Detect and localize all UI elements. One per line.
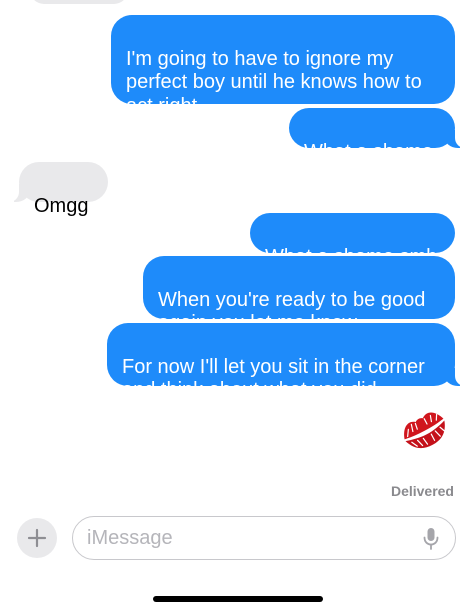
- imessage-input[interactable]: [87, 524, 407, 552]
- home-indicator[interactable]: [153, 596, 323, 602]
- plus-button[interactable]: [17, 518, 57, 558]
- message-outgoing-4[interactable]: When you're ready to be good again you l…: [143, 256, 455, 334]
- message-outgoing-2[interactable]: What a shame: [289, 108, 466, 163]
- message-text: Omgg: [34, 194, 89, 217]
- kiss-mark-icon[interactable]: [396, 404, 452, 454]
- delivered-status: Delivered: [390, 483, 454, 499]
- message-incoming-1[interactable]: Omgg: [8, 162, 108, 217]
- message-text: For now I'll let you sit in the corner a…: [122, 355, 425, 402]
- message-outgoing-3[interactable]: What a shame smh: [250, 213, 455, 268]
- message-text: I'm going to have to ignore my perfect b…: [126, 47, 422, 117]
- microphone-icon[interactable]: [423, 527, 439, 551]
- message-text: What a shame: [304, 140, 433, 163]
- conversation-screen: I'm going to have to ignore my perfect b…: [0, 0, 474, 611]
- plus-icon: [27, 528, 47, 548]
- imessage-input-container[interactable]: [72, 516, 456, 560]
- previous-message-bubble-partial: [30, 0, 128, 4]
- message-outgoing-1[interactable]: I'm going to have to ignore my perfect b…: [111, 15, 455, 117]
- message-outgoing-5[interactable]: For now I'll let you sit in the corner a…: [107, 323, 466, 401]
